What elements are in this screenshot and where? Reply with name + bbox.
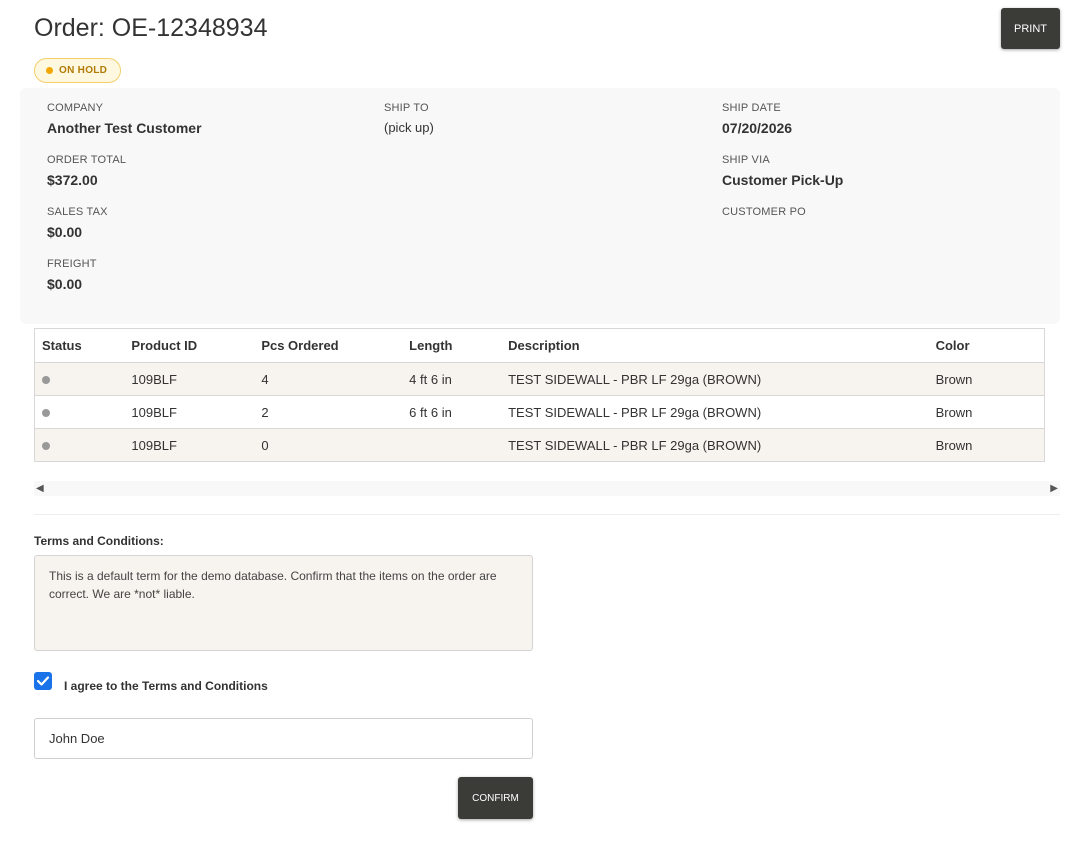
status-cell	[34, 395, 125, 429]
pcs-ordered-cell: 0	[254, 428, 403, 462]
ship-to-field: SHIP TO (pick up)	[384, 102, 434, 135]
order-total-value: $372.00	[47, 172, 98, 188]
ship-via-field: SHIP VIA Customer Pick-Up	[722, 154, 843, 188]
product-id-cell: 109BLF	[124, 395, 255, 429]
agree-label[interactable]: I agree to the Terms and Conditions	[64, 679, 268, 693]
column-header-product-id[interactable]: Product ID	[124, 328, 255, 363]
company-label: COMPANY	[47, 102, 104, 114]
ship-to-label: SHIP TO	[384, 102, 429, 114]
print-button[interactable]: PRINT	[1001, 8, 1060, 49]
column-header-length[interactable]: Length	[402, 328, 502, 363]
freight-value: $0.00	[47, 276, 83, 292]
status-dot-icon	[42, 441, 50, 450]
status-dot-icon	[46, 67, 53, 74]
company-field: COMPANY Another Test Customer	[47, 102, 202, 136]
page-title: Order: OE-12348934	[34, 14, 268, 42]
terms-heading: Terms and Conditions:	[34, 534, 164, 548]
order-items-table: Status Product ID Pcs Ordered Length Des…	[34, 328, 1045, 462]
description-cell: TEST SIDEWALL - PBR LF 29ga (BROWN)	[501, 395, 929, 429]
ship-via-label: SHIP VIA	[722, 154, 770, 166]
table-row[interactable]: 109BLF 4 4 ft 6 in TEST SIDEWALL - PBR L…	[34, 362, 1045, 396]
pcs-ordered-cell: 2	[254, 395, 403, 429]
ship-via-value: Customer Pick-Up	[722, 172, 844, 188]
color-cell: Brown	[928, 428, 1045, 462]
customer-po-field: CUSTOMER PO	[722, 206, 806, 224]
column-header-description[interactable]: Description	[501, 328, 929, 363]
pcs-ordered-cell: 4	[254, 362, 403, 396]
company-value: Another Test Customer	[47, 120, 202, 136]
scroll-right-arrow-icon[interactable]: ▶	[1050, 483, 1058, 494]
description-cell: TEST SIDEWALL - PBR LF 29ga (BROWN)	[501, 362, 929, 396]
ship-date-field: SHIP DATE 07/20/2026	[722, 102, 792, 136]
signature-name-input[interactable]	[34, 718, 533, 759]
table-row[interactable]: 109BLF 2 6 ft 6 in TEST SIDEWALL - PBR L…	[34, 395, 1045, 429]
horizontal-scrollbar[interactable]: ◀ ▶	[34, 481, 1060, 496]
length-cell	[402, 428, 502, 462]
agree-checkbox[interactable]	[34, 672, 52, 690]
sales-tax-field: SALES TAX $0.00	[47, 206, 108, 240]
ship-date-label: SHIP DATE	[722, 102, 781, 114]
order-total-label: ORDER TOTAL	[47, 154, 127, 166]
freight-label: FREIGHT	[47, 258, 97, 270]
status-cell	[34, 362, 125, 396]
table-header-row: Status Product ID Pcs Ordered Length Des…	[34, 328, 1045, 363]
status-cell	[34, 428, 125, 462]
order-total-field: ORDER TOTAL $372.00	[47, 154, 126, 188]
length-cell: 4 ft 6 in	[402, 362, 502, 396]
customer-po-label: CUSTOMER PO	[722, 206, 806, 218]
section-divider	[34, 514, 1060, 515]
color-cell: Brown	[928, 395, 1045, 429]
status-dot-icon	[42, 375, 50, 384]
sales-tax-label: SALES TAX	[47, 206, 108, 218]
order-items-table-wrapper: Status Product ID Pcs Ordered Length Des…	[34, 328, 1045, 462]
description-cell: TEST SIDEWALL - PBR LF 29ga (BROWN)	[501, 428, 929, 462]
length-cell: 6 ft 6 in	[402, 395, 502, 429]
scroll-left-arrow-icon[interactable]: ◀	[36, 483, 44, 494]
ship-date-value: 07/20/2026	[722, 120, 793, 136]
status-badge-label: ON HOLD	[59, 65, 108, 76]
column-header-pcs-ordered[interactable]: Pcs Ordered	[254, 328, 403, 363]
terms-text-box[interactable]: This is a default term for the demo data…	[34, 555, 533, 651]
product-id-cell: 109BLF	[124, 362, 255, 396]
column-header-status[interactable]: Status	[34, 328, 125, 363]
freight-field: FREIGHT $0.00	[47, 258, 97, 292]
order-info-panel: COMPANY Another Test Customer SHIP TO (p…	[20, 88, 1060, 324]
product-id-cell: 109BLF	[124, 428, 255, 462]
checkmark-icon	[37, 676, 49, 686]
status-dot-icon	[42, 408, 50, 417]
sales-tax-value: $0.00	[47, 224, 83, 240]
color-cell: Brown	[928, 362, 1045, 396]
status-badge: ON HOLD	[34, 58, 121, 83]
table-row[interactable]: 109BLF 0 TEST SIDEWALL - PBR LF 29ga (BR…	[34, 428, 1045, 462]
confirm-button[interactable]: CONFIRM	[458, 777, 533, 819]
column-header-color[interactable]: Color	[928, 328, 1045, 363]
ship-to-value: (pick up)	[384, 120, 434, 135]
